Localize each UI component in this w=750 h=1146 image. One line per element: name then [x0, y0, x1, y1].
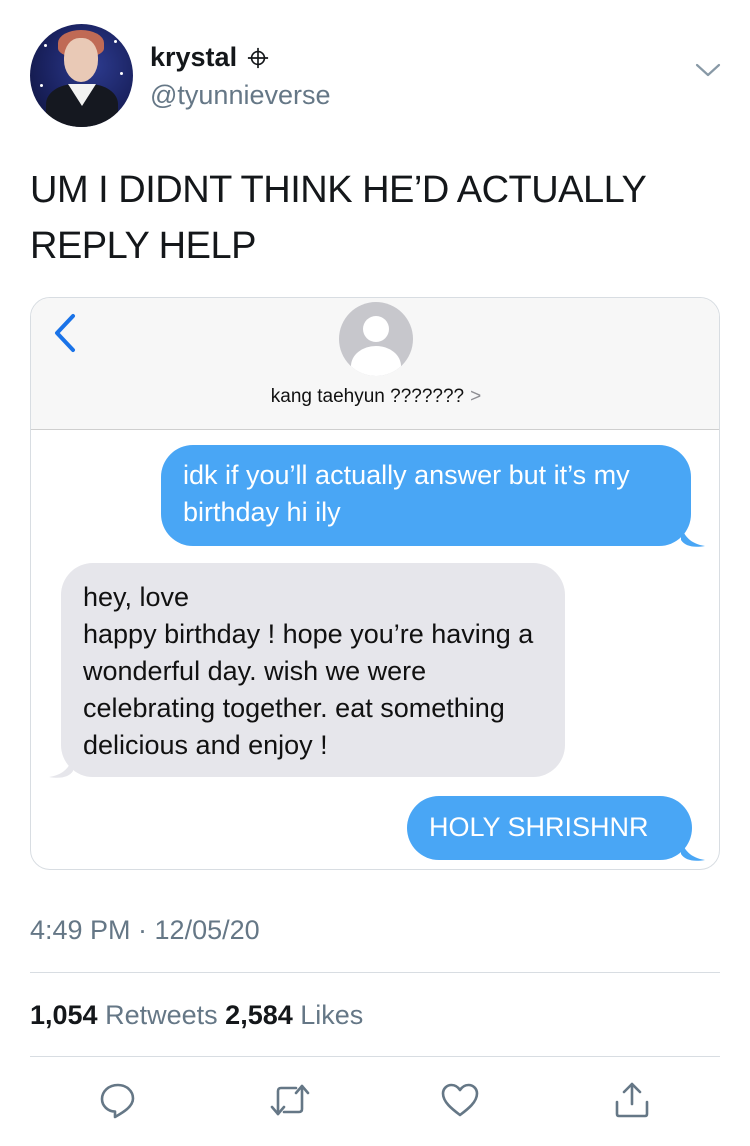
- contact-name: kang taehyun ???????: [270, 386, 465, 407]
- message-text-line: hey, love: [83, 582, 190, 612]
- retweets-label[interactable]: Retweets: [105, 1000, 218, 1030]
- sent-message-bubble: HOLY SHRISHNR: [407, 796, 692, 860]
- reply-icon: [100, 1083, 135, 1119]
- likes-label[interactable]: Likes: [300, 1000, 363, 1030]
- likes-count[interactable]: 2,584: [225, 1000, 293, 1030]
- imessage-header: kang taehyun ??????? >: [31, 298, 719, 430]
- retweet-icon: [270, 1084, 310, 1116]
- reply-button[interactable]: [96, 1078, 140, 1122]
- contact-name-row: kang taehyun ??????? >: [31, 386, 719, 408]
- received-message-bubble: hey, love happy birthday ! hope you’re h…: [61, 563, 565, 777]
- message-text-line: happy birthday ! hope you’re having a wo…: [83, 619, 534, 760]
- sent-message-bubble: idk if you’ll actually answer but it’s m…: [161, 445, 691, 546]
- share-icon: [615, 1082, 649, 1118]
- chevron-down-icon[interactable]: [694, 60, 722, 80]
- user-handle[interactable]: @tyunnieverse: [150, 80, 331, 111]
- bubble-tail: [681, 838, 705, 861]
- contact-arrow: >: [470, 386, 482, 407]
- divider: [30, 1056, 720, 1057]
- retweet-button[interactable]: [268, 1078, 312, 1122]
- like-icon: [441, 1083, 479, 1117]
- retweets-count[interactable]: 1,054: [30, 1000, 98, 1030]
- back-chevron-icon: [55, 314, 75, 352]
- tweet-timestamp[interactable]: 4:49 PM · 12/05/20: [30, 915, 260, 946]
- tweet-header: krystal @tyunnieverse: [0, 0, 750, 140]
- tweet-text: UM I DIDNT THINK HE’D ACTUALLY REPLY HEL…: [30, 169, 646, 267]
- like-button[interactable]: [438, 1078, 482, 1122]
- tweet-media-screenshot[interactable]: kang taehyun ??????? > idk if you’ll actu…: [30, 297, 720, 870]
- bubble-tail: [49, 755, 73, 778]
- emblem-icon: [247, 47, 269, 68]
- bubble-tail: [681, 524, 705, 547]
- tweet-actions: [0, 1078, 750, 1128]
- share-button[interactable]: [610, 1078, 654, 1122]
- tweet-stats: 1,054 Retweets 2,584 Likes: [30, 1000, 363, 1031]
- profile-avatar[interactable]: [30, 24, 133, 127]
- divider: [30, 972, 720, 973]
- name-row: krystal: [150, 42, 269, 73]
- message-text: HOLY SHRISHNR: [429, 812, 649, 842]
- display-name[interactable]: krystal: [150, 42, 237, 73]
- contact-avatar: [339, 302, 413, 376]
- message-text: idk if you’ll actually answer but it’s m…: [183, 460, 630, 527]
